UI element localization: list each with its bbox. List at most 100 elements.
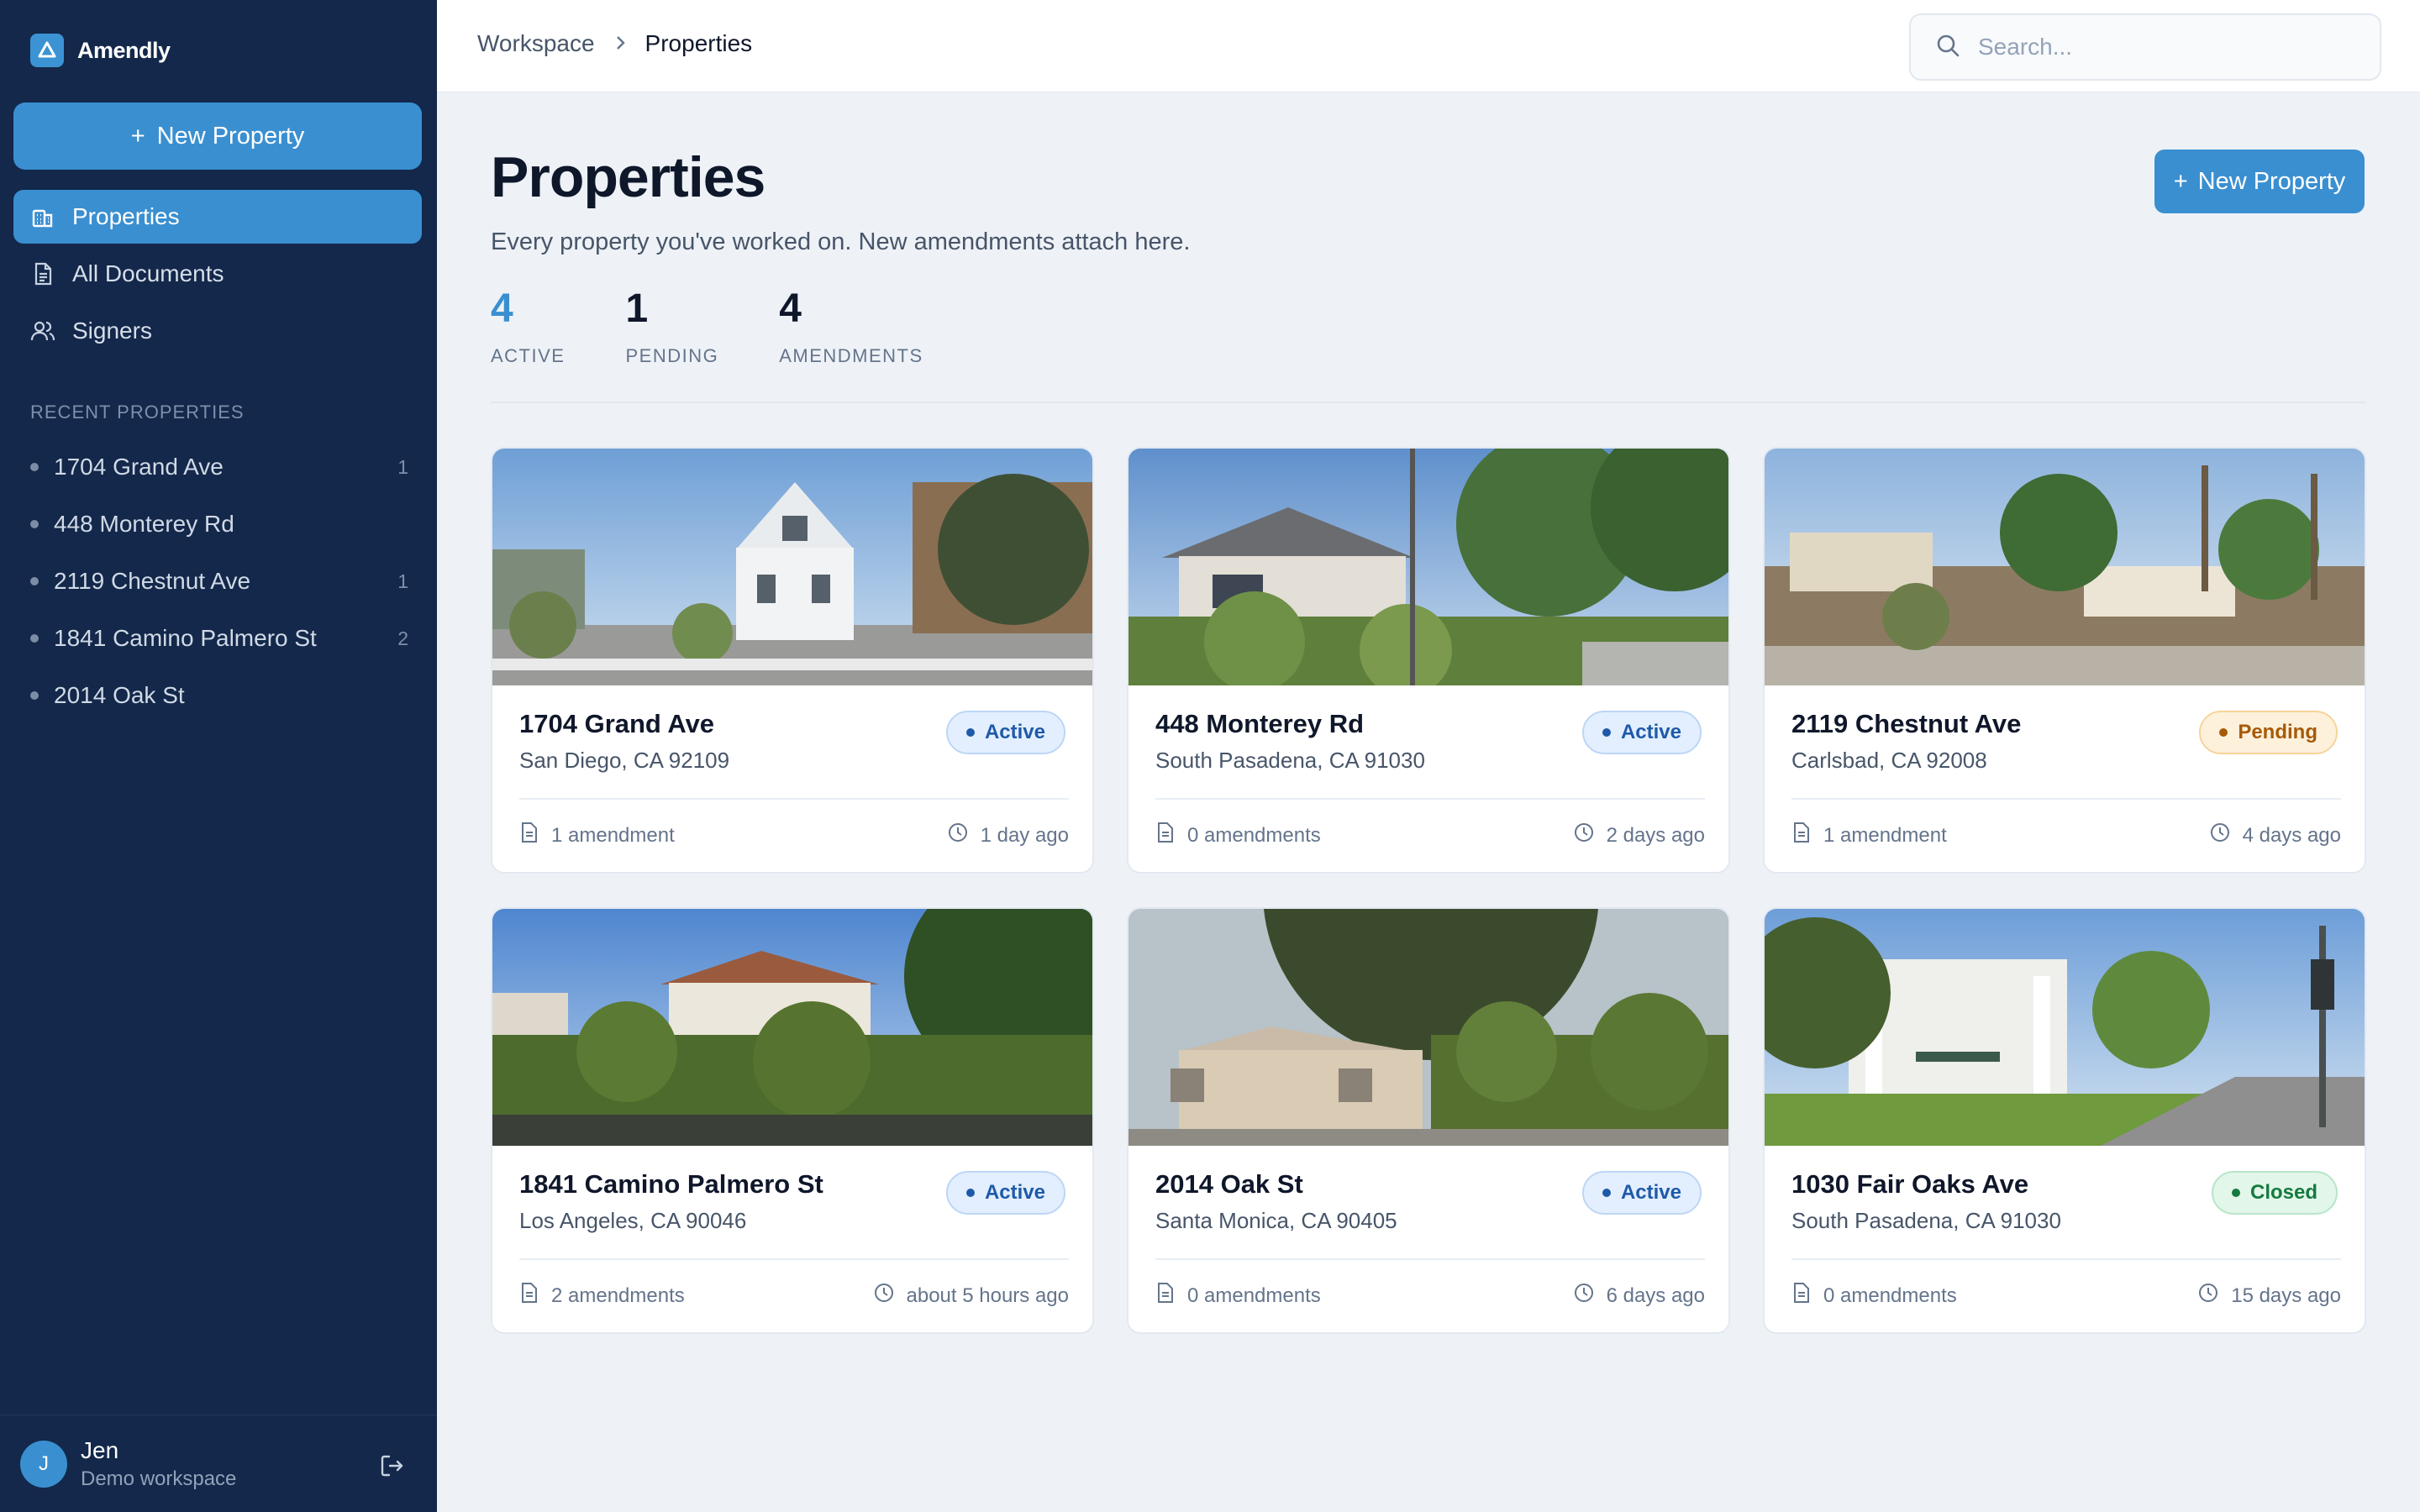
bullet-icon (30, 634, 39, 643)
status-dot-icon (1602, 728, 1611, 737)
page-title: Properties (491, 145, 765, 209)
sidebar: Amendly + New Property Properties All Do… (0, 0, 437, 1512)
clock-icon (2197, 1282, 2219, 1310)
status-label: Active (984, 721, 1045, 743)
stat-active: 4 ACTIVE (491, 286, 565, 367)
property-photo (1128, 909, 1728, 1146)
document-icon (30, 261, 55, 286)
recent-property-item[interactable]: 2014 Oak St (30, 667, 408, 724)
user-name: Jen (81, 1437, 119, 1463)
sidebar-new-property-button[interactable]: + New Property (13, 102, 422, 170)
bullet-icon (30, 520, 39, 528)
sidebar-item-properties[interactable]: Properties (13, 190, 422, 244)
recent-property-item[interactable]: 1704 Grand Ave 1 (30, 438, 408, 496)
stat-label: AMENDMENTS (779, 345, 923, 366)
recent-property-count: 2 (397, 627, 408, 649)
breadcrumb-workspace[interactable]: Workspace (477, 30, 595, 57)
recent-property-count: 1 (397, 570, 408, 592)
search-box[interactable] (1909, 13, 2381, 81)
card-footer: 1 amendment 4 days ago (1791, 822, 2341, 849)
property-address: Carlsbad, CA 92008 (1791, 748, 1987, 773)
status-badge: Closed (2211, 1171, 2338, 1215)
property-address: South Pasadena, CA 91030 (1155, 748, 1425, 773)
chevron-right-icon (613, 30, 627, 57)
stat-value: 4 (779, 286, 802, 331)
property-photo (1765, 449, 2365, 685)
recent-property-count: 1 (397, 455, 408, 478)
document-icon (1155, 1282, 1176, 1310)
bullet-icon (30, 463, 39, 471)
property-card[interactable]: 448 Monterey Rd South Pasadena, CA 91030… (1127, 447, 1730, 874)
clock-icon (947, 822, 969, 849)
card-divider (1155, 798, 1705, 800)
amendment-count: 1 amendment (551, 823, 675, 847)
recent-property-label: 448 Monterey Rd (54, 511, 234, 537)
logout-icon[interactable] (375, 1449, 408, 1483)
property-card[interactable]: 1704 Grand Ave San Diego, CA 92109 Activ… (491, 447, 1094, 874)
users-icon (30, 318, 55, 344)
property-address: San Diego, CA 92109 (519, 748, 730, 773)
property-photo (492, 449, 1092, 685)
sidebar-item-all-documents[interactable]: All Documents (13, 247, 422, 301)
status-dot-icon (965, 728, 975, 737)
property-photo (492, 909, 1092, 1146)
bullet-icon (30, 691, 39, 700)
property-name: 448 Monterey Rd (1155, 709, 1365, 738)
property-card[interactable]: 2119 Chestnut Ave Carlsbad, CA 92008 Pen… (1763, 447, 2366, 874)
stat-value: 4 (491, 286, 513, 331)
stat-label: PENDING (625, 345, 719, 366)
card-footer: 0 amendments 15 days ago (1791, 1282, 2341, 1310)
amendment-count: 0 amendments (1187, 823, 1321, 847)
status-label: Active (984, 1181, 1045, 1204)
clock-icon (1573, 1282, 1595, 1310)
logo-icon (30, 34, 64, 67)
updated-time: 4 days ago (2242, 823, 2341, 847)
recent-property-item[interactable]: 1841 Camino Palmero St 2 (30, 610, 408, 667)
property-card[interactable]: 2014 Oak St Santa Monica, CA 90405 Activ… (1127, 907, 1730, 1334)
property-card[interactable]: 1030 Fair Oaks Ave South Pasadena, CA 91… (1763, 907, 2366, 1334)
updated-time: 2 days ago (1606, 823, 1705, 847)
recent-property-item[interactable]: 448 Monterey Rd (30, 496, 408, 553)
document-icon (1791, 822, 1812, 849)
breadcrumb-current: Properties (644, 30, 753, 56)
card-footer: 2 amendments about 5 hours ago (519, 1282, 1069, 1310)
recent-properties-heading: RECENT PROPERTIES (30, 402, 245, 423)
recent-property-item[interactable]: 2119 Chestnut Ave 1 (30, 553, 408, 610)
updated-time: about 5 hours ago (906, 1284, 1070, 1307)
clock-icon (2209, 822, 2231, 849)
status-badge: Pending (2199, 711, 2338, 754)
sidebar-new-property-label: New Property (156, 122, 305, 150)
status-dot-icon (2231, 1189, 2240, 1197)
sidebar-item-signers[interactable]: Signers (13, 304, 422, 358)
sidebar-nav: Properties All Documents Signers (13, 190, 422, 361)
document-icon (1155, 822, 1176, 849)
card-divider (1791, 1258, 2341, 1260)
document-icon (519, 822, 539, 849)
recent-property-label: 1704 Grand Ave (54, 454, 224, 480)
clock-icon (1573, 822, 1595, 849)
recent-property-label: 2014 Oak St (54, 682, 185, 708)
status-label: Active (1620, 721, 1681, 743)
amendment-count: 0 amendments (1187, 1284, 1321, 1307)
status-dot-icon (2219, 728, 2228, 737)
card-footer: 1 amendment 1 day ago (519, 822, 1069, 849)
app-name: Amendly (77, 37, 171, 63)
brand[interactable]: Amendly (30, 34, 171, 67)
stat-pending: 1 PENDING (625, 286, 718, 367)
amendment-count: 0 amendments (1823, 1284, 1957, 1307)
status-badge: Active (1581, 1171, 1702, 1215)
updated-time: 1 day ago (980, 823, 1069, 847)
amendment-count: 1 amendment (1823, 823, 1947, 847)
status-badge: Active (945, 711, 1065, 754)
card-divider (1791, 798, 2341, 800)
property-name: 2119 Chestnut Ave (1791, 709, 2022, 738)
avatar[interactable]: J (20, 1441, 67, 1488)
document-icon (1791, 1282, 1812, 1310)
new-property-button[interactable]: + New Property (2154, 150, 2365, 213)
property-card[interactable]: 1841 Camino Palmero St Los Angeles, CA 9… (491, 907, 1094, 1334)
card-footer: 0 amendments 2 days ago (1155, 822, 1705, 849)
sidebar-item-label: All Documents (72, 260, 224, 286)
search-input[interactable] (1978, 34, 2348, 60)
property-name: 2014 Oak St (1155, 1169, 1303, 1199)
stat-value: 1 (625, 286, 649, 331)
